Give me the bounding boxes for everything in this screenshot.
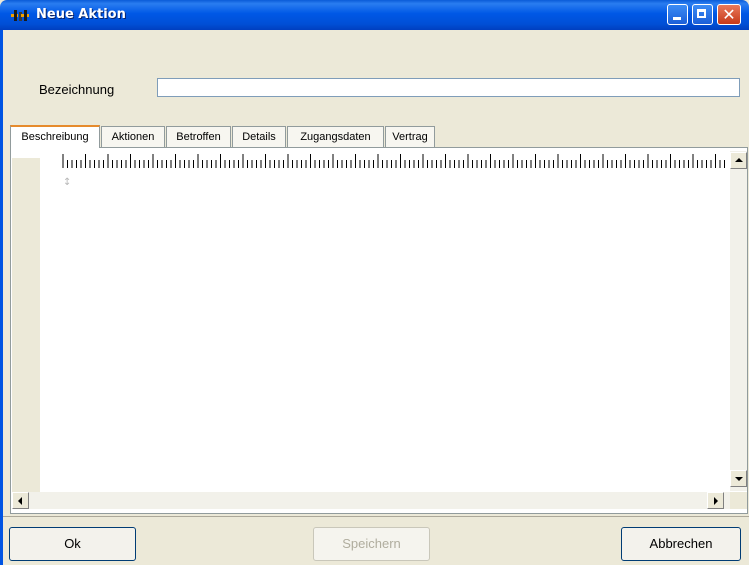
scrollbar-corner (730, 492, 747, 509)
scroll-up-button[interactable] (730, 152, 747, 169)
ruler (40, 151, 730, 171)
name-label: Bezeichnung (39, 82, 115, 97)
save-button[interactable]: Speichern (313, 527, 430, 561)
scroll-down-button[interactable] (730, 470, 747, 487)
tab-vertrag[interactable]: Vertrag (385, 126, 435, 147)
ok-button[interactable]: Ok (9, 527, 136, 561)
arrow-left-icon (18, 497, 22, 505)
text-editor[interactable] (40, 171, 730, 491)
close-icon[interactable]: ✕ (717, 4, 741, 25)
app-icon (11, 8, 29, 23)
cancel-button[interactable]: Abbrechen (621, 527, 741, 561)
arrow-down-icon (735, 477, 743, 481)
arrow-up-icon (735, 158, 743, 162)
tab-beschreibung[interactable]: Beschreibung (10, 125, 100, 148)
close-glyph: ✕ (722, 5, 736, 24)
footer-divider (3, 516, 749, 517)
vertical-scrollbar[interactable] (730, 151, 747, 491)
ruler-ticks (62, 154, 725, 168)
title-bar[interactable]: Neue Aktion ✕ (0, 0, 749, 30)
horizontal-scrollbar[interactable] (12, 492, 730, 509)
scroll-left-button[interactable] (12, 492, 29, 509)
minimize-icon[interactable] (667, 4, 688, 25)
window-title: Neue Aktion (36, 7, 126, 22)
maximize-icon[interactable] (692, 4, 713, 25)
ruler-corner (12, 151, 40, 158)
window-border-left (0, 30, 3, 565)
text-cursor-icon: ↕ (63, 177, 72, 188)
tab-zugangsdaten[interactable]: Zugangsdaten (287, 126, 384, 147)
editor-gutter (12, 158, 40, 493)
tab-details[interactable]: Details (232, 126, 286, 147)
scroll-right-button[interactable] (707, 492, 724, 509)
arrow-right-icon (714, 497, 718, 505)
name-input[interactable] (157, 78, 740, 97)
tab-aktionen[interactable]: Aktionen (101, 126, 165, 147)
tab-betroffen[interactable]: Betroffen (166, 126, 231, 147)
